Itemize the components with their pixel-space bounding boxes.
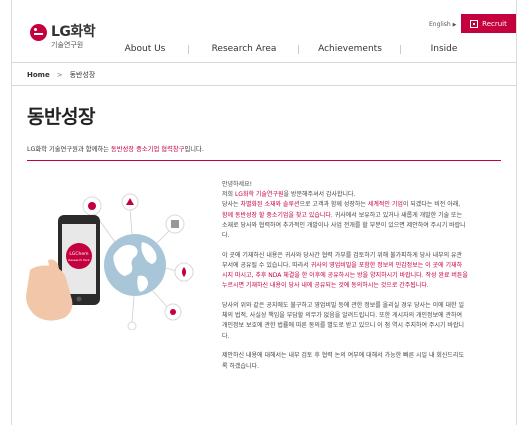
- cooperation-illustration: LGChem Research Park: [20, 190, 200, 331]
- nav-achievements[interactable]: Achievements: [299, 44, 401, 58]
- lg-logo-icon: [30, 24, 47, 41]
- intro-text: LG화학 기술연구원과 함께하는 동반성장 중소기업 협력창구입니다.: [27, 144, 204, 153]
- language-label: English: [429, 21, 451, 28]
- text-line: 다.: [222, 232, 230, 240]
- text-span: 저희: [222, 191, 235, 199]
- recruit-button[interactable]: Recruit: [461, 14, 516, 33]
- main-nav: About Us Research Area Achievements Insi…: [101, 44, 491, 58]
- title-divider: [27, 160, 501, 161]
- nav-inside[interactable]: Inside: [401, 44, 487, 58]
- paragraph-greeting: 안녕하세요! 저희 LG화학 기술연구원을 방문해주셔서 감사합니다. 당사는 …: [222, 180, 504, 241]
- highlight-text: LG화학 기술연구원: [234, 191, 284, 199]
- text-span: 귀사에서 보유하고 있거나 새롭게 개발한 기술 또는: [332, 211, 463, 219]
- highlight-text: 차별화된 소재와 솔루션: [240, 201, 300, 209]
- intro-pre: LG화학 기술연구원과 함께하는: [27, 146, 111, 153]
- text-line: 당사는 차별화된 소재와 솔루션으로 고객과 함께 성장하는 세계적인 기업이 …: [222, 200, 504, 210]
- text-span: 부서에 공유될 수 있습니다. 따라서: [222, 261, 311, 269]
- highlight-text: 세계적인 기업: [367, 201, 403, 209]
- text-line: 소재로 당사와 협력하여 추가적인 개발이나 사업 전개를 할 부분이 있으면 …: [222, 221, 466, 229]
- nav-about-us[interactable]: About Us: [101, 44, 189, 58]
- text-line: 록 하겠습니다.: [222, 362, 259, 370]
- breadcrumb-bar: Home > 동반성장: [12, 62, 516, 86]
- text-span: 으로 고객과 함께 성장하는: [299, 201, 368, 209]
- breadcrumb-current: 동반성장: [69, 71, 96, 79]
- text-span: 당사는: [222, 201, 241, 209]
- page-title: 동반성장: [27, 106, 95, 128]
- paragraph-liability: 당사의 위와 같은 공지에도 불구하고 영업비밀 등에 관한 정보를 올리실 경…: [222, 301, 504, 342]
- chevron-right-icon: >: [56, 71, 63, 79]
- text-line: 안녕하세요!: [222, 181, 253, 188]
- breadcrumb: Home > 동반성장: [27, 70, 95, 80]
- breadcrumb-home[interactable]: Home: [27, 71, 50, 79]
- nav-research-area[interactable]: Research Area: [189, 44, 299, 58]
- text-line: 함께 동반성장 할 중소기업을 찾고 있습니다. 귀사에서 보유하고 있거나 새…: [222, 211, 504, 221]
- text-span: 이 되겠다는 비전 아래,: [402, 201, 461, 209]
- highlight-text: 누르시면 기재하신 내용이 당사 내에 공유되는 것에 동의하시는 것으로 간주…: [222, 282, 429, 290]
- text-line: 다.: [222, 332, 230, 340]
- intro-highlight: 동반성장 중소기업 협력창구: [110, 146, 185, 153]
- lg-chem-logo[interactable]: LG화학 기술연구원: [30, 20, 110, 52]
- caret-right-icon: ▶: [452, 22, 457, 28]
- text-line: 저희 LG화학 기술연구원을 방문해주셔서 감사합니다.: [222, 190, 504, 200]
- logo-subtitle: 기술연구원: [51, 41, 84, 49]
- text-line: 개인정보 보호에 관한 법률에 따른 동의를 별도로 받고 있으니 이 점 역시…: [222, 322, 464, 330]
- language-switch[interactable]: English ▶: [429, 21, 457, 28]
- recruit-label: Recruit: [482, 19, 507, 28]
- text-span: 을 방문해주셔서 감사합니다.: [283, 191, 356, 199]
- phone-label-sub: Research Park: [68, 258, 89, 262]
- highlight-text: 귀사의 영업비밀을 포함한 정보의 민감정보는 이 곳에 기재하: [310, 261, 463, 269]
- text-line: 당사의 위와 같은 공지에도 불구하고 영업비밀 등에 관한 정보를 올리실 경…: [222, 302, 464, 310]
- text-line: 체의 법적, 사실상 책임을 부담할 의무가 없음을 알려드립니다. 또한 게시…: [222, 312, 463, 320]
- recruit-icon: [470, 19, 479, 28]
- logo-name: LG화학: [51, 24, 96, 40]
- phone-label: LGChem: [69, 251, 88, 257]
- content-body: 안녕하세요! 저희 LG화학 기술연구원을 방문해주셔서 감사합니다. 당사는 …: [222, 180, 504, 381]
- text-line: 제안하신 내용에 대해서는 내부 검토 후 협력 논의 여부에 대해서 가능한 …: [222, 352, 464, 360]
- paragraph-confidentiality: 이 곳에 기재하신 내용은 귀사와 당사간 협력 가부를 검토하기 위해 불가피…: [222, 251, 504, 292]
- text-line: 부서에 공유될 수 있습니다. 따라서 귀사의 영업비밀을 포함한 정보의 민감…: [222, 261, 504, 271]
- paragraph-reply: 제안하신 내용에 대해서는 내부 검토 후 협력 논의 여부에 대해서 가능한 …: [222, 351, 504, 371]
- highlight-text: 시지 마시고, 추후 NDA 체결을 한 이후에 공유하시는 방을 양지하시기 …: [222, 272, 468, 280]
- intro-post: 입니다.: [184, 146, 204, 153]
- site-header: LG화학 기술연구원 About Us Research Area Achiev…: [11, 0, 517, 58]
- illustration-svg: LGChem Research Park: [26, 193, 194, 331]
- text-line: 이 곳에 기재하신 내용은 귀사와 당사간 협력 가부를 검토하기 위해 불가피…: [222, 251, 463, 259]
- highlight-text: 함께 동반성장 할 중소기업을 찾고 있습니다.: [222, 211, 333, 219]
